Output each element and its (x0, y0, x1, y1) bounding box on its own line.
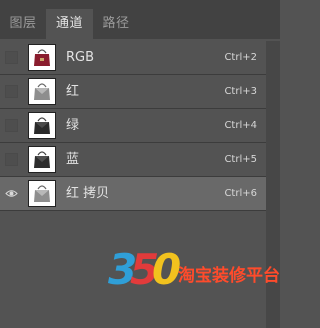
handbag-thumbnail-icon (34, 49, 50, 66)
channel-thumbnail (28, 180, 56, 207)
channel-name: 红 拷贝 (66, 186, 110, 201)
channel-shortcut: Ctrl+4 (224, 120, 257, 131)
channel-shortcut: Ctrl+6 (224, 188, 257, 199)
handbag-thumbnail-icon (34, 185, 50, 202)
visibility-toggle[interactable] (5, 119, 18, 132)
channel-thumbnail (28, 78, 56, 105)
visibility-toggle[interactable] (5, 187, 18, 200)
channel-shortcut: Ctrl+5 (224, 154, 257, 165)
handbag-thumbnail-icon (34, 117, 50, 134)
channel-row-red-copy[interactable]: 红 拷贝 Ctrl+6 (0, 177, 266, 211)
watermark-text: 淘宝装修平台 (178, 266, 280, 286)
channel-thumbnail (28, 146, 56, 173)
channel-thumbnail (28, 112, 56, 139)
channel-name: RGB (66, 50, 95, 65)
channel-name: 红 (66, 84, 80, 99)
panel-tab-bar: 图层 通道 路径 (0, 0, 280, 40)
channel-name: 蓝 (66, 152, 80, 167)
channel-row-green[interactable]: 绿 Ctrl+4 (0, 109, 266, 143)
channel-thumbnail (28, 44, 56, 71)
channel-shortcut: Ctrl+2 (224, 52, 257, 63)
handbag-thumbnail-icon (34, 83, 50, 100)
visibility-toggle[interactable] (5, 51, 18, 64)
visibility-toggle[interactable] (5, 153, 18, 166)
channel-row-rgb[interactable]: RGB Ctrl+2 (0, 41, 266, 75)
handbag-thumbnail-icon (34, 151, 50, 168)
channels-panel: 图层 通道 路径 RGB Ctrl+2 红 Ctrl+3 绿 Ctrl+4 蓝 … (0, 0, 280, 328)
channel-row-red[interactable]: 红 Ctrl+3 (0, 75, 266, 109)
tab-channels[interactable]: 通道 (46, 9, 93, 40)
eye-icon (5, 190, 18, 197)
tab-paths[interactable]: 路径 (93, 9, 139, 39)
tab-layers[interactable]: 图层 (0, 9, 46, 39)
channel-shortcut: Ctrl+3 (224, 86, 257, 97)
channel-row-blue[interactable]: 蓝 Ctrl+5 (0, 143, 266, 177)
watermark-digit: 0 (152, 245, 182, 294)
watermark-logo: 3 5 0 淘宝装修平台 (108, 245, 280, 307)
visibility-toggle[interactable] (5, 85, 18, 98)
channel-name: 绿 (66, 118, 80, 133)
